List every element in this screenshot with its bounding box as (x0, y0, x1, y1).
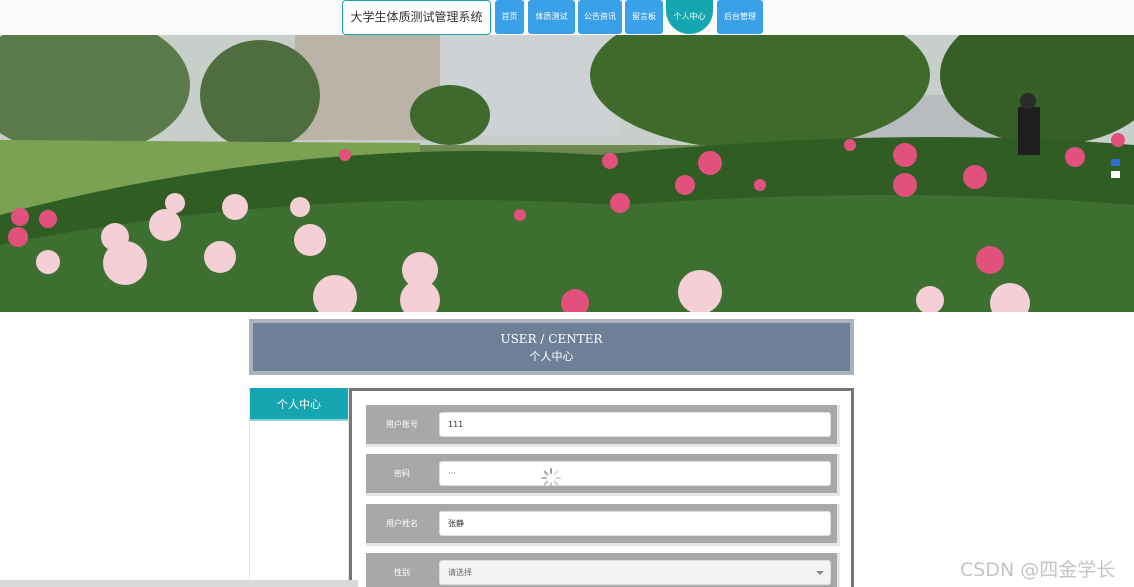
section-title-cn: 个人中心 (529, 350, 574, 363)
sidebar: 个人中心 (249, 388, 349, 587)
section-header: USER / CENTER 个人中心 (249, 319, 854, 375)
nav-home[interactable]: 首页 (495, 0, 524, 34)
account-label: 用户账号 (386, 420, 418, 429)
top-navbar: 大学生体质测试管理系统 首页 体质测试 公告资讯 留言板 个人中心 后台管理 (0, 0, 1134, 35)
banner-image (0, 35, 1134, 312)
form-row-name: 用户姓名 张静 (366, 504, 840, 546)
section-title-en: USER / CENTER (500, 332, 603, 346)
watermark: CSDN @四金学长 (960, 559, 1116, 581)
carousel-dot[interactable] (1111, 171, 1120, 178)
banner-carousel[interactable] (0, 35, 1134, 312)
carousel-dot[interactable] (1111, 159, 1120, 166)
gender-select[interactable]: 请选择 (439, 560, 831, 585)
gender-select-value: 请选择 (448, 568, 472, 577)
loading-spinner-icon (541, 468, 561, 488)
site-title[interactable]: 大学生体质测试管理系统 (342, 0, 491, 35)
nav-personal-center[interactable]: 个人中心 (666, 0, 713, 34)
nav-announcements[interactable]: 公告资讯 (578, 0, 622, 34)
sidebar-item-personal-center[interactable]: 个人中心 (250, 388, 348, 421)
horizontal-scrollbar[interactable] (0, 580, 358, 587)
gender-label: 性别 (394, 568, 410, 577)
chevron-down-icon (816, 571, 824, 575)
password-label: 密码 (394, 469, 410, 478)
form-row-account: 用户账号 111 (366, 405, 840, 447)
nav-message-board[interactable]: 留言板 (625, 0, 663, 34)
name-input[interactable]: 张静 (439, 511, 831, 536)
nav-fitness-test[interactable]: 体质测试 (528, 0, 575, 34)
account-input[interactable]: 111 (439, 412, 831, 437)
carousel-indicators (1111, 159, 1121, 183)
profile-form: 用户账号 111 密码 ··· 用户姓名 张静 性别 请选择 (349, 388, 854, 587)
nav-admin[interactable]: 后台管理 (717, 0, 763, 34)
form-row-password: 密码 ··· (366, 454, 840, 496)
password-input[interactable]: ··· (439, 461, 831, 486)
form-row-gender: 性别 请选择 (366, 553, 840, 587)
name-label: 用户姓名 (386, 519, 418, 528)
